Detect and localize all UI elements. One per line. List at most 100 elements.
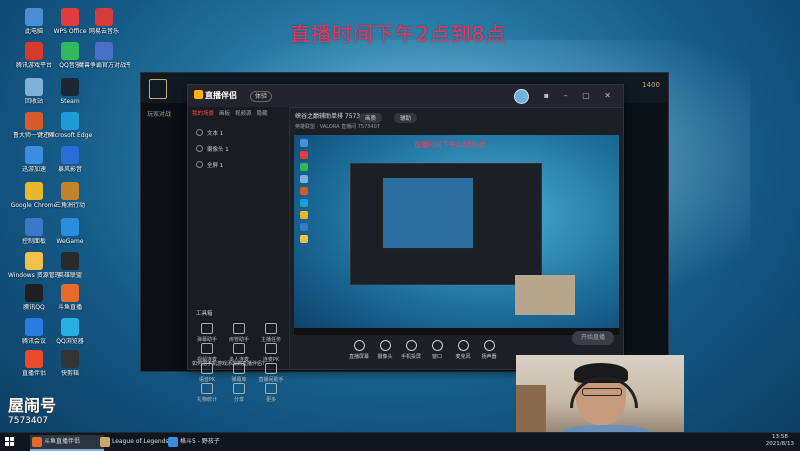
desktop-icon[interactable]: 斗鱼直播 [44, 284, 96, 311]
app-icon [61, 8, 79, 26]
tool-icon [233, 343, 245, 354]
lol-logo-icon[interactable] [149, 79, 167, 99]
desktop-icon-label: 三角洲行动 [54, 202, 85, 209]
app-icon [61, 42, 79, 60]
zb-logo: 直播伴侣 [194, 90, 237, 101]
quality-pill[interactable]: 画质 [359, 113, 383, 123]
desktop-icon[interactable]: 三角洲行动 [44, 182, 96, 209]
app-icon [25, 218, 43, 236]
desktop-icon[interactable]: Steam [44, 78, 96, 105]
desktop-icon[interactable]: Microsoft Edge [44, 112, 96, 139]
control-label: 摄像头 [377, 354, 393, 360]
eye-icon[interactable] [196, 161, 203, 168]
control-4[interactable]: 麦克风 [452, 340, 474, 360]
assist-pill[interactable]: 辅助 [394, 113, 418, 123]
scene-item[interactable]: 摄像头 1 [188, 141, 289, 157]
app-icon [25, 8, 43, 26]
stream-preview[interactable]: 直播时间下午2点到8点 [294, 135, 619, 335]
control-0[interactable]: 直播屏幕 [348, 340, 370, 360]
app-icon [25, 112, 43, 130]
control-2[interactable]: 手机投屏 [400, 340, 422, 360]
desktop-icon[interactable]: 快剪辑 [44, 350, 96, 377]
tool-icon [265, 383, 277, 394]
desktop-icon[interactable]: 网易云音乐 [78, 8, 130, 35]
tool-item[interactable]: 主播任务 [256, 323, 286, 343]
scene-item[interactable]: 文本 1 [188, 125, 289, 141]
tool-item[interactable]: 礼物统计 [192, 383, 222, 403]
zb-left-panel: 我的场景 画板 视频源 隐藏 文本 1 摄像头 1 全屏 1 工具箱 弹幕助手 房管助手… [188, 107, 290, 403]
app-icon [25, 284, 43, 302]
control-icon [353, 340, 365, 351]
app-icon [61, 78, 79, 96]
control-icon [405, 340, 417, 351]
app-icon [25, 146, 43, 164]
app-icon [25, 252, 43, 270]
taskbar-item-lol[interactable]: League of Legends [98, 435, 176, 449]
desktop-icon-label: 暴风影音 [57, 166, 82, 173]
taskbar-item-douyu[interactable]: 斗鱼直播伴侣 [30, 435, 104, 451]
control-label: 手机投屏 [400, 354, 421, 360]
app-icon [25, 78, 43, 96]
zb-badge[interactable]: 体验 [250, 91, 273, 102]
desktop-icon-label: 网易云音乐 [88, 28, 119, 35]
app-icon [25, 318, 43, 336]
taskbar-clock[interactable]: 13:58 2021/8/13 [766, 434, 794, 448]
zb-scene-tabs: 我的场景 画板 视频源 隐藏 [188, 107, 289, 125]
tool-label: 礼物统计 [196, 397, 217, 403]
tool-item[interactable]: 更多 [256, 383, 286, 403]
desktop-icon[interactable]: QQ浏览器 [44, 318, 96, 345]
taskbar-item-game[interactable]: 格斗5 - 野孩子 [166, 435, 240, 449]
control-5[interactable]: 扬声器 [478, 340, 500, 360]
desktop-icon-label: Steam [60, 98, 80, 105]
desktop-icon[interactable]: 英雄联盟 [44, 252, 96, 279]
lol-nav-item[interactable]: 玩家对战 [141, 103, 189, 124]
control-3[interactable]: 窗口 [426, 340, 448, 360]
preview-nested-preview [382, 177, 474, 249]
preview-desktop-icons [297, 139, 313, 247]
eye-icon[interactable] [196, 145, 203, 152]
tool-item[interactable]: 房管助手 [224, 323, 254, 343]
lol-sidebar: 玩家对战 [141, 103, 189, 371]
control-label: 麦克风 [455, 354, 471, 360]
tool-label: 更多 [265, 397, 276, 403]
control-icon [457, 340, 469, 351]
windows-start-icon[interactable] [5, 437, 15, 447]
preview-taskbar [294, 328, 619, 335]
tab-video-source[interactable]: 视频源 [235, 111, 252, 117]
app-icon [25, 350, 43, 368]
tab-hide[interactable]: 隐藏 [257, 111, 268, 117]
desktop-icon-label: 英雄联盟 [57, 272, 82, 279]
scene-item[interactable]: 全屏 1 [188, 157, 289, 173]
douyu-icon [32, 437, 42, 447]
zb-logo-icon [194, 90, 203, 99]
tool-item[interactable]: 分享 [224, 383, 254, 403]
stream-overlay-title: 直播时间下午2点到8点 [290, 22, 507, 46]
desktop-icon[interactable]: 暴风影音 [44, 146, 96, 173]
app-icon [61, 252, 79, 270]
tab-canvas[interactable]: 画板 [219, 111, 230, 117]
tool-icon [265, 343, 277, 354]
app-icon [95, 42, 113, 60]
desktop-icon[interactable]: 魔兽争霸官方对战平台 [78, 42, 130, 69]
window-controls[interactable]: ▫ ▪ – ▢ ✕ [524, 91, 617, 100]
tab-my-scene[interactable]: 我的场景 [192, 111, 214, 117]
desktop-icon-label: 魔兽争霸官方对战平台 [78, 62, 130, 69]
desktop-icon-label: 斗鱼直播 [57, 304, 82, 311]
help-tip-link[interactable]: 如何把手机游戏添加到直播伴侣? [192, 360, 265, 367]
tool-icon [233, 323, 245, 334]
zb-app-name: 直播伴侣 [205, 91, 237, 100]
app-icon [25, 182, 43, 200]
preview-overlay-title: 直播时间下午2点到8点 [414, 141, 486, 149]
control-1[interactable]: 摄像头 [374, 340, 396, 360]
app-icon [61, 182, 79, 200]
desktop-icon-label: Microsoft Edge [47, 132, 93, 139]
tool-item[interactable]: 弹幕助手 [192, 323, 222, 343]
tool-label: 分享 [233, 397, 244, 403]
streaming-app-window[interactable]: 直播伴侣 体验 ▫ ▪ – ▢ ✕ 我的场景 画板 视频源 隐藏 文本 1 摄像头 1… [187, 84, 624, 403]
start-live-button[interactable]: 开始直播 [572, 331, 614, 345]
eye-icon[interactable] [196, 129, 203, 136]
toolbox-header: 工具箱 [196, 311, 213, 317]
app-icon [61, 284, 79, 302]
app-icon [61, 318, 79, 336]
desktop-icon[interactable]: WeGame [44, 218, 96, 245]
